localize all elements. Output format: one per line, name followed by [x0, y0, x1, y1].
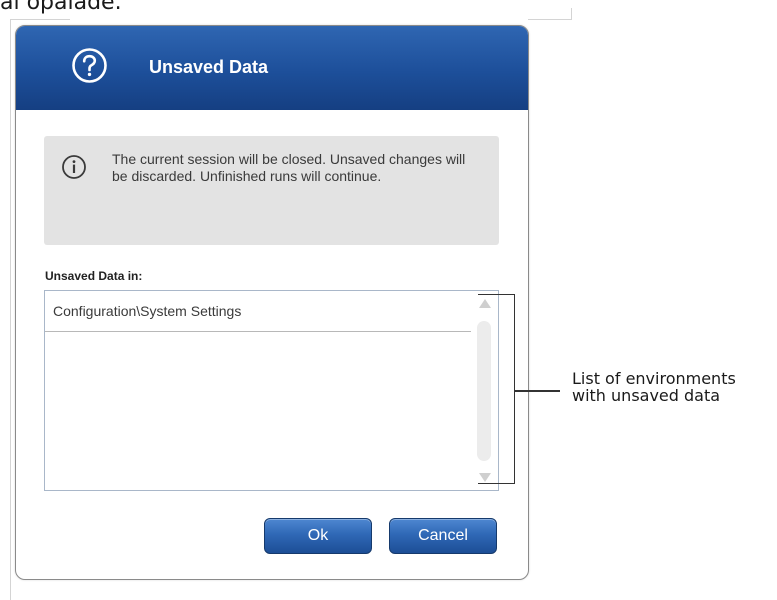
question-circle-icon [72, 48, 107, 83]
unsaved-data-list-label: Unsaved Data in: [45, 269, 143, 283]
annotation-callout: List of environments with unsaved data [572, 370, 736, 404]
info-message-text: The current session will be closed. Unsa… [112, 151, 466, 184]
ok-button[interactable]: Ok [264, 518, 372, 554]
unsaved-data-list[interactable]: Configuration\System Settings [44, 290, 499, 491]
list-item[interactable]: Configuration\System Settings [45, 291, 471, 332]
frame-line-left-vertical [10, 19, 11, 600]
cancel-button[interactable]: Cancel [389, 518, 497, 554]
unsaved-data-dialog: Unsaved Data The current session will be… [15, 25, 529, 580]
annotation-leader-line [515, 390, 560, 392]
frame-line-right-vertical [571, 8, 572, 20]
info-message-box: The current session will be closed. Unsa… [44, 136, 499, 245]
info-circle-icon [62, 155, 86, 179]
page-text-fragment: al opalade. [0, 0, 122, 15]
dialog-title: Unsaved Data [149, 57, 269, 77]
annotation-line-1: List of environments [572, 369, 736, 388]
frame-line-top-left [10, 19, 70, 20]
annotation-bracket [478, 294, 515, 484]
annotation-line-2: with unsaved data [572, 386, 721, 405]
dialog-header: Unsaved Data [16, 26, 528, 110]
frame-line-top-right [528, 19, 571, 20]
